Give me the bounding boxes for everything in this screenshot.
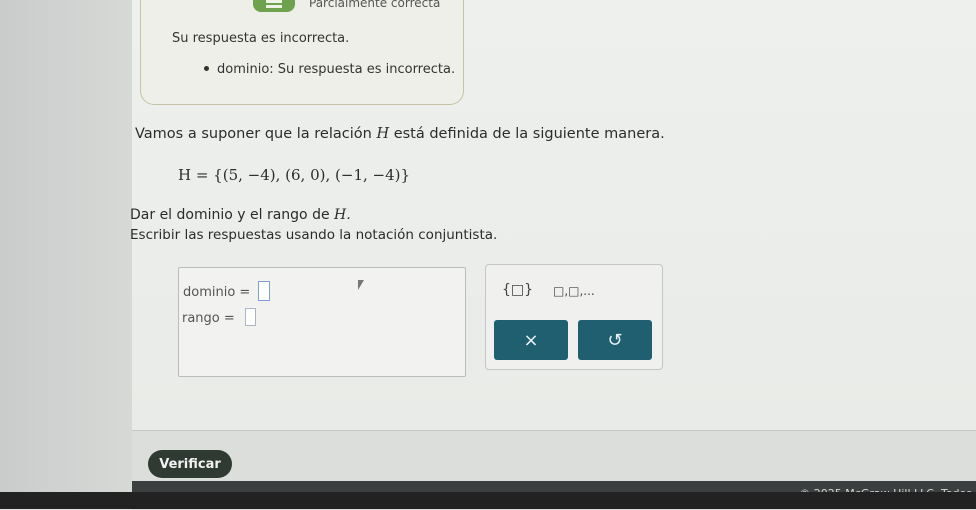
set-definition: H = {(5, −4), (6, 0), (−1, −4)}: [178, 166, 411, 184]
feedback-panel: Parcialmente correcta: [140, 0, 464, 105]
instruction-domain-range: Dar el dominio y el rango de H.: [130, 207, 351, 223]
undo-button[interactable]: ↺: [578, 320, 652, 360]
instruction-notation: Escribir las respuestas usando la notaci…: [130, 227, 498, 243]
range-label: rango =: [182, 311, 235, 326]
feedback-message: Su respuesta es incorrecta.: [172, 31, 350, 46]
feedback-detail: dominio: Su respuesta es incorrecta.: [217, 62, 456, 77]
verify-button[interactable]: Verificar: [148, 450, 232, 478]
domain-label: dominio =: [183, 285, 251, 300]
question-intro: Vamos a suponer que la relación H está d…: [135, 126, 665, 142]
domain-input[interactable]: [258, 281, 270, 301]
status-label: Parcialmente correcta: [309, 0, 441, 10]
set-braces-button[interactable]: {□}: [502, 282, 533, 298]
bullet-icon: [204, 66, 209, 71]
screen-bottom-edge: [0, 492, 976, 509]
clear-button[interactable]: ×: [494, 320, 568, 360]
list-entry-button[interactable]: □,□,...: [553, 284, 595, 298]
status-menu-icon[interactable]: [253, 0, 295, 12]
left-background: [0, 0, 132, 509]
mouse-cursor-icon: [358, 280, 364, 290]
range-input[interactable]: [245, 308, 256, 326]
